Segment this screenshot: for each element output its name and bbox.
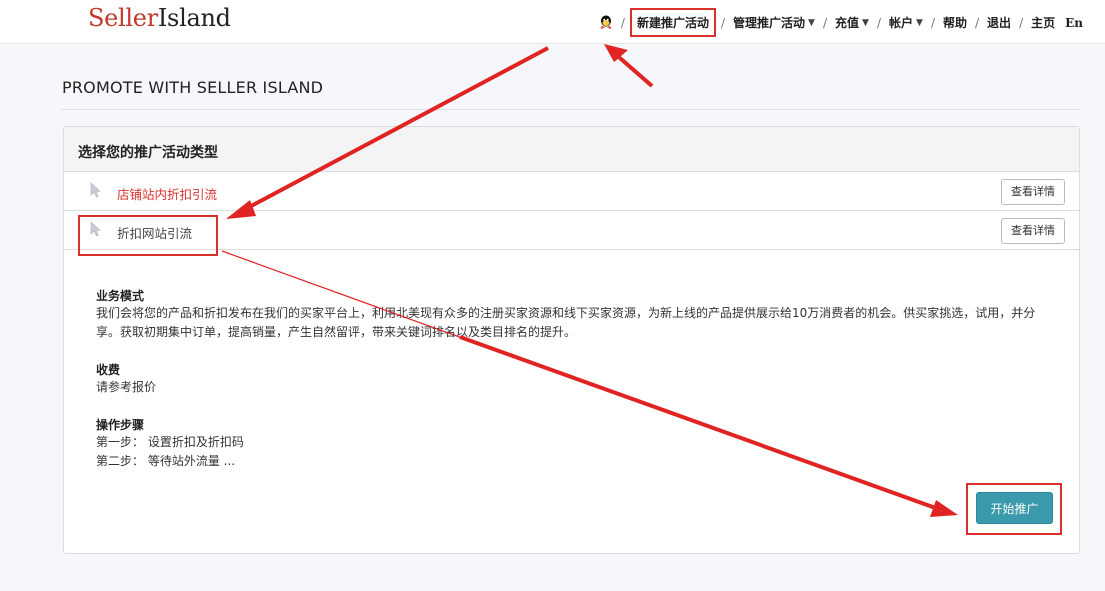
nav-separator: /: [975, 15, 980, 30]
nav-recharge-label: 充值: [835, 16, 860, 30]
nav-logout-label: 退出: [987, 16, 1012, 30]
option-details: 业务模式 我们会将您的产品和折扣发布在我们的买家平台上，利用北美现有众多的注册买…: [96, 287, 1056, 471]
nav-separator: /: [876, 15, 881, 30]
fee-title: 收费: [96, 363, 121, 377]
nav-separator: /: [1019, 15, 1024, 30]
panel-title: 选择您的推广活动类型: [64, 127, 1079, 172]
cursor-pointer-icon: [90, 182, 101, 198]
divider: [62, 109, 1080, 110]
logo-seller: Seller: [88, 4, 158, 32]
nav-separator: /: [620, 15, 625, 30]
page-title: PROMOTE WITH SELLER ISLAND: [62, 78, 324, 97]
chevron-down-icon: ▼: [916, 17, 923, 28]
nav-manage-campaigns[interactable]: 管理推广活动 ▼: [733, 14, 815, 31]
option-row-store-discount[interactable]: 店铺站内折扣引流 查看详情: [64, 172, 1079, 211]
arrow-to-nav: [611, 50, 654, 88]
start-promotion-button[interactable]: 开始推广: [976, 492, 1053, 524]
top-navbar: SellerIsland / 新建推广活动 / 管理推广活动 ▼ / 充值 ▼ / …: [0, 0, 1105, 44]
arrow-head-nav: [604, 44, 628, 62]
nav-new-campaign[interactable]: 新建推广活动: [629, 8, 716, 37]
nav-manage-label: 管理推广活动: [733, 16, 806, 30]
view-details-button[interactable]: 查看详情: [1001, 218, 1065, 244]
view-details-button[interactable]: 查看详情: [1001, 179, 1065, 205]
fee-text: 请参考报价: [96, 380, 157, 394]
nav-separator: /: [822, 15, 828, 30]
highlight-box: [78, 215, 218, 256]
nav-help-label: 帮助: [942, 16, 967, 30]
qq-icon[interactable]: [599, 15, 613, 30]
nav-account-label: 帐户: [889, 16, 914, 30]
language-switch[interactable]: En: [1065, 16, 1083, 30]
main-nav: / 新建推广活动 / 管理推广活动 ▼ / 充值 ▼ / 帐户 ▼ / 帮助 / 退出…: [599, 8, 1083, 37]
chevron-down-icon: ▼: [862, 17, 869, 28]
nav-separator: /: [930, 15, 935, 30]
steps-title: 操作步骤: [96, 418, 145, 432]
nav-home-label: 主页: [1031, 16, 1056, 30]
nav-separator: /: [720, 15, 726, 30]
step-1: 第一步： 设置折扣及折扣码: [96, 435, 244, 449]
nav-home[interactable]: 主页: [1031, 14, 1055, 31]
brand-logo[interactable]: SellerIsland: [88, 4, 231, 32]
campaign-type-panel: 选择您的推广活动类型 店铺站内折扣引流 查看详情 折扣网站引流 查看详情 业务模…: [63, 126, 1080, 554]
chevron-down-icon: ▼: [808, 17, 815, 28]
logo-island: Island: [157, 4, 231, 32]
nav-new-campaign-label: 新建推广活动: [636, 16, 709, 30]
nav-recharge[interactable]: 充值 ▼: [835, 14, 869, 31]
option-label[interactable]: 店铺站内折扣引流: [117, 184, 217, 203]
business-model-text: 我们会将您的产品和折扣发布在我们的买家平台上，利用北美现有众多的注册买家资源和线…: [96, 306, 1036, 339]
business-model-title: 业务模式: [96, 289, 145, 303]
step-2: 第二步： 等待站外流量 ...: [96, 454, 236, 468]
nav-help[interactable]: 帮助: [943, 14, 967, 31]
nav-logout[interactable]: 退出: [987, 14, 1011, 31]
nav-account[interactable]: 帐户 ▼: [889, 14, 923, 31]
